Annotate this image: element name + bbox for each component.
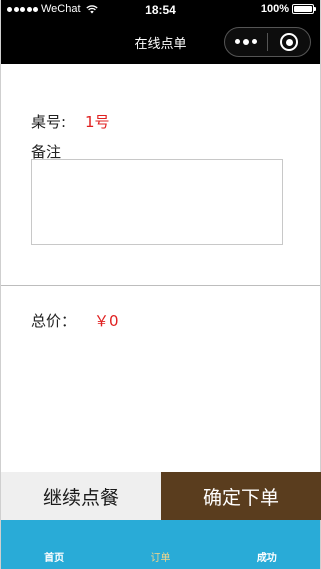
- confirm-order-button[interactable]: 确定下单: [161, 472, 321, 520]
- total-price-value: ￥0: [94, 312, 119, 330]
- more-icon[interactable]: [225, 39, 267, 45]
- tab-success[interactable]: 成功: [214, 520, 320, 569]
- tab-orders[interactable]: 订单: [107, 520, 213, 569]
- battery-icon: [292, 4, 316, 14]
- app-screen: WeChat 18:54 100% 在线点单 桌号: 1号 备注 总价： ￥0 …: [0, 0, 321, 569]
- miniprogram-capsule: [224, 27, 311, 57]
- battery-percent: 100%: [260, 3, 289, 15]
- status-bar: WeChat 18:54 100%: [1, 0, 320, 20]
- table-number-label: 桌号:: [31, 113, 67, 131]
- tab-home[interactable]: 首页: [1, 520, 107, 569]
- battery-group: 100%: [260, 3, 316, 15]
- divider: [1, 285, 320, 286]
- continue-ordering-button[interactable]: 继续点餐: [1, 472, 161, 520]
- remark-input[interactable]: [31, 159, 283, 245]
- total-price-label: 总价：: [31, 312, 77, 330]
- table-number-value: 1号: [85, 113, 110, 131]
- tab-bar: 首页 订单 成功: [1, 520, 320, 569]
- close-icon[interactable]: [268, 33, 310, 51]
- nav-bar: 在线点单: [1, 20, 320, 64]
